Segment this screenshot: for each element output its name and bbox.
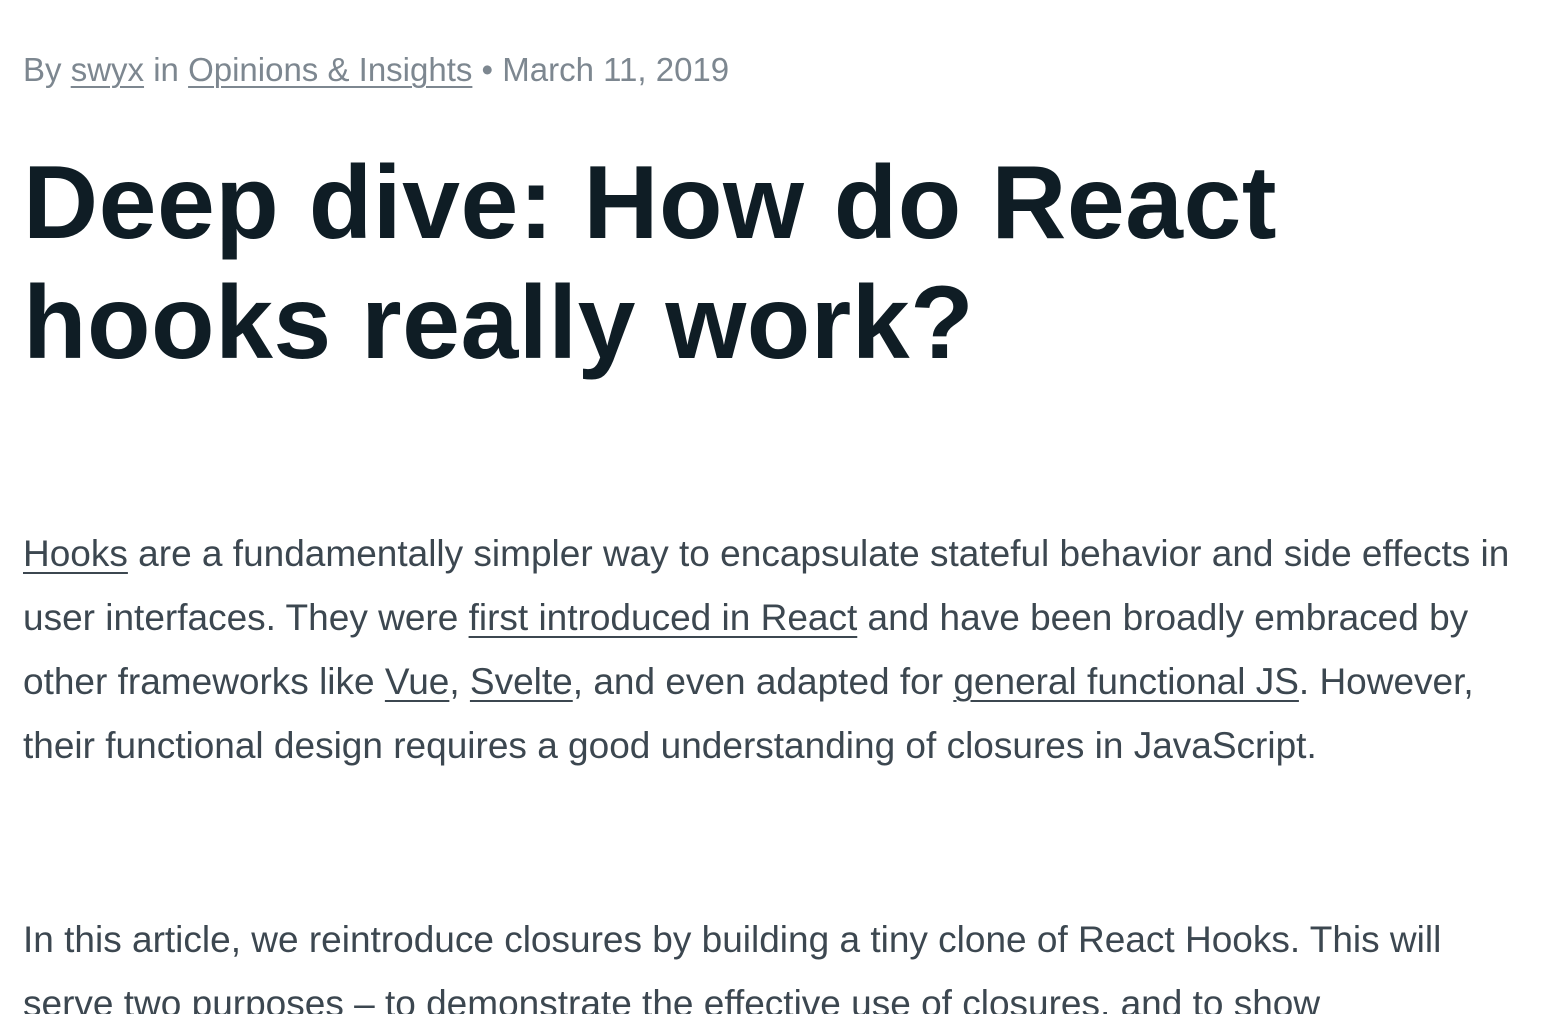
article: By swyx in Opinions & Insights • March 1… — [23, 0, 1533, 1014]
para1-text-3: , — [449, 661, 470, 702]
intro-paragraph: Hooks are a fundamentally simpler way to… — [23, 522, 1528, 778]
vue-link[interactable]: Vue — [385, 661, 449, 702]
hooks-link[interactable]: Hooks — [23, 533, 128, 574]
category-link[interactable]: Opinions & Insights — [188, 51, 472, 88]
svelte-link[interactable]: Svelte — [470, 661, 573, 702]
byline-separator: • — [472, 51, 503, 88]
first-introduced-in-react-link[interactable]: first introduced in React — [469, 597, 858, 638]
author-link[interactable]: swyx — [71, 51, 144, 88]
article-title: Deep dive: How do React hooks really wor… — [23, 145, 1277, 381]
general-functional-js-link[interactable]: general functional JS — [953, 661, 1299, 702]
publish-date: March 11, 2019 — [502, 51, 730, 88]
byline-by: By — [23, 51, 71, 88]
byline-in: in — [144, 51, 189, 88]
para1-text-4: , and even adapted for — [572, 661, 954, 702]
second-paragraph: In this article, we reintroduce closures… — [23, 919, 1442, 1014]
byline: By swyx in Opinions & Insights • March 1… — [23, 47, 729, 93]
